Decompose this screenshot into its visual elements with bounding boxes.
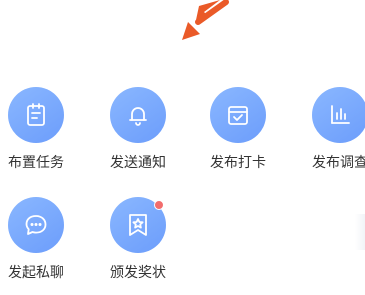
- publish-checkin-icon-circle: [210, 87, 266, 143]
- publish-checkin-label: 发布打卡: [210, 154, 266, 170]
- next-item-edge: [355, 214, 365, 250]
- publish-survey-label: 发布调查: [312, 154, 365, 170]
- bar-chart-icon: [331, 105, 350, 124]
- send-notice-icon-circle: [110, 87, 166, 143]
- publish-checkin-button[interactable]: 发布打卡: [199, 87, 281, 187]
- publish-survey-button[interactable]: 发布调查: [301, 87, 365, 187]
- start-private-chat-label: 发起私聊: [8, 264, 64, 280]
- clipboard-icon: [27, 103, 45, 126]
- send-notice-button[interactable]: 发送通知: [99, 87, 181, 187]
- assign-task-button[interactable]: 布置任务: [0, 87, 79, 187]
- start-private-chat-button[interactable]: 发起私聊: [0, 197, 79, 295]
- chat-bubble-icon: [25, 215, 47, 235]
- start-private-chat-icon-circle: [8, 197, 64, 253]
- award-ribbon-icon: [129, 214, 147, 236]
- send-notice-label: 发送通知: [110, 154, 166, 170]
- assign-task-icon-circle: [8, 87, 64, 143]
- new-badge-dot: [154, 200, 164, 210]
- issue-award-button[interactable]: 颁发奖状: [99, 197, 181, 295]
- publish-survey-icon-circle: [312, 87, 365, 143]
- issue-award-label: 颁发奖状: [110, 264, 166, 280]
- pointer-arrow-icon: [182, 0, 229, 40]
- bell-icon: [129, 107, 147, 126]
- assign-task-label: 布置任务: [8, 154, 64, 170]
- quick-actions-panel: 布置任务 发送通知 发布打卡 发布调查 发起私聊 颁发奖状: [0, 0, 365, 295]
- calendar-check-icon: [228, 106, 248, 125]
